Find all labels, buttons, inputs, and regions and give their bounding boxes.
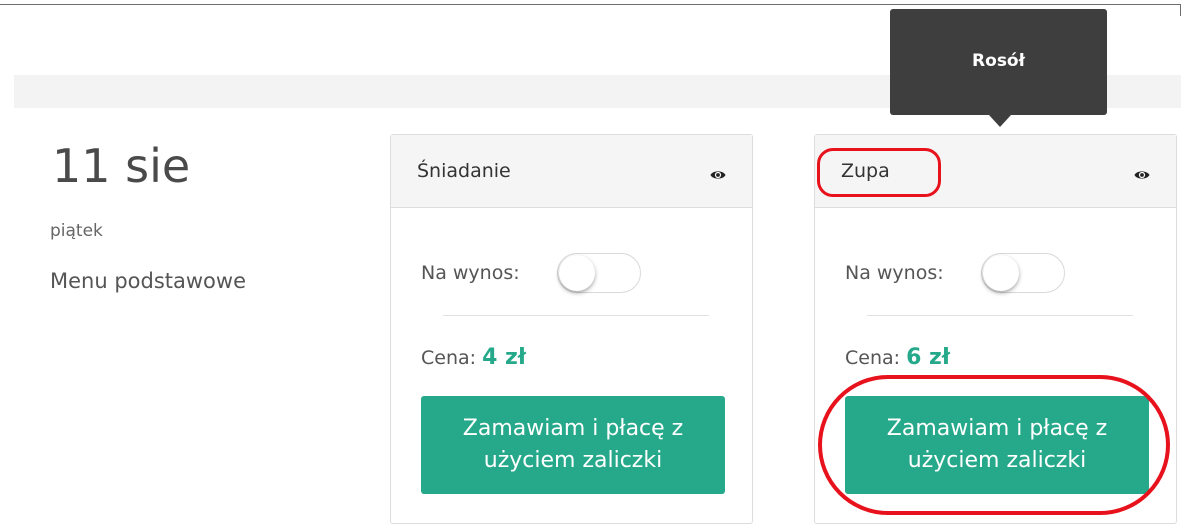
takeaway-label: Na wynos:: [845, 262, 944, 284]
meal-card-header: Śniadanie: [391, 135, 752, 208]
eye-icon-graphic: [710, 171, 726, 179]
eye-icon[interactable]: [710, 166, 726, 179]
weekday-label: piątek: [50, 221, 103, 241]
takeaway-label: Na wynos:: [421, 262, 520, 284]
menu-name-label: Menu podstawowe: [50, 269, 247, 293]
divider: [443, 315, 709, 316]
top-border-tick: [1180, 4, 1181, 16]
price-label: Cena:: [421, 347, 477, 369]
price-value: 6 zł: [906, 345, 951, 370]
highlight-circle-button: [818, 375, 1170, 515]
tooltip-text: Rosół: [972, 51, 1025, 71]
price-label: Cena:: [845, 347, 901, 369]
eye-icon[interactable]: [1134, 166, 1150, 179]
toggle-knob: [559, 255, 595, 291]
price-value: 4 zł: [482, 345, 527, 370]
price-row: Cena: 6 zł: [845, 345, 950, 370]
eye-icon-graphic: [1134, 171, 1150, 179]
price-row: Cena: 4 zł: [421, 345, 526, 370]
takeaway-toggle[interactable]: [981, 253, 1065, 293]
top-border: [0, 4, 1181, 5]
order-button[interactable]: Zamawiam i płacę z użyciem zaliczki: [421, 396, 725, 494]
meal-tooltip: Rosół: [890, 9, 1107, 115]
date-label: 11 sie: [52, 139, 191, 193]
highlight-circle-title: [817, 148, 941, 197]
takeaway-toggle[interactable]: [557, 253, 641, 293]
tooltip-arrow: [989, 115, 1011, 127]
toggle-knob: [983, 255, 1019, 291]
meal-card-breakfast: Śniadanie Na wynos: Cena: 4 zł Zamawiam …: [390, 134, 753, 524]
meal-title: Śniadanie: [417, 160, 511, 182]
divider: [867, 315, 1133, 316]
